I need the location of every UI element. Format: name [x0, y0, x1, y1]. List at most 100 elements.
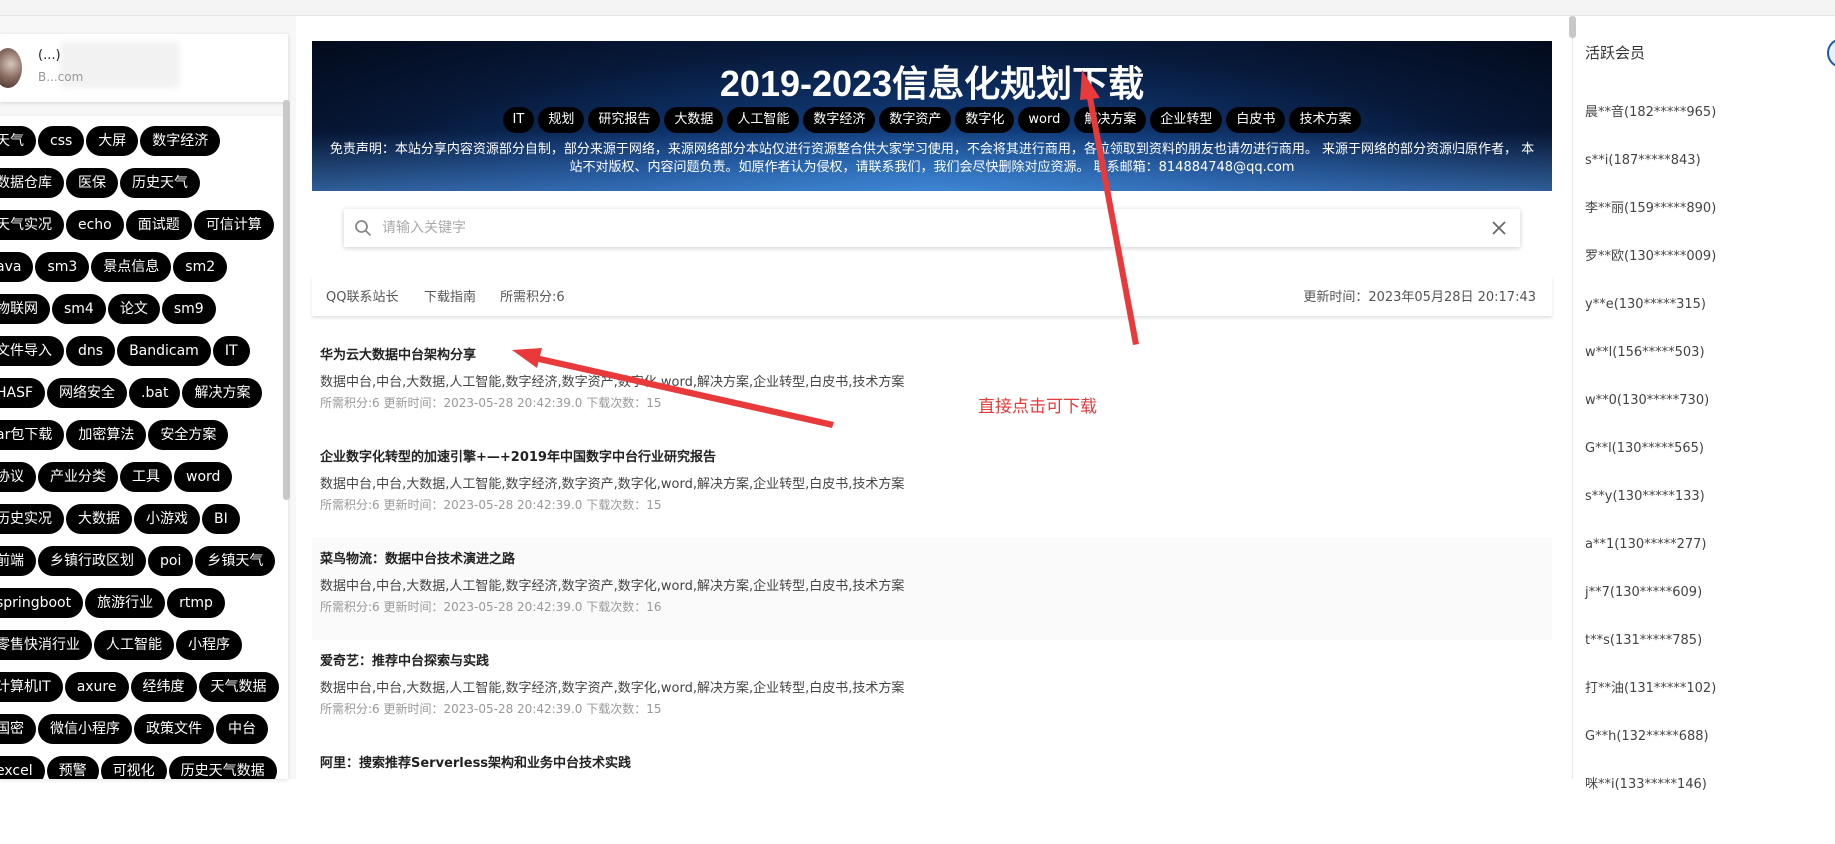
tag-chip[interactable]: 大数据 [66, 504, 132, 534]
tag-row: 国密 微信小程序 政策文件 中台 [0, 714, 284, 756]
tag-chip[interactable]: 预警 [46, 756, 99, 779]
tag-chip[interactable]: 小游戏 [134, 504, 200, 534]
tag-chip[interactable]: 历史天气 [120, 168, 200, 198]
download-guide-link[interactable]: 下载指南 [424, 286, 476, 305]
banner-tag[interactable]: IT [502, 107, 535, 133]
member-item: y**e(130*****315) [1585, 297, 1706, 312]
resource-title[interactable]: 爱奇艺：推荐中台探索与实践 [320, 650, 1544, 674]
tag-chip[interactable]: 解决方案 [182, 378, 263, 408]
resource-title[interactable]: 华为云大数据中台架构分享 [320, 344, 1544, 368]
resource-item[interactable]: 华为云大数据中台架构分享 数据中台,中台,大数据,人工智能,数字经济,数字资产,数… [312, 334, 1552, 436]
tag-chip[interactable]: sm4 [52, 294, 106, 324]
tag-chip[interactable]: word [174, 462, 233, 492]
banner-tag[interactable]: 人工智能 [727, 107, 800, 133]
tag-chip[interactable]: 网络安全 [47, 378, 128, 408]
tag-chip[interactable]: echo [66, 210, 124, 240]
banner-tag[interactable]: 数字资产 [879, 107, 952, 133]
banner-tag[interactable]: 解决方案 [1074, 107, 1147, 133]
tag-chip[interactable]: 天气实况 [0, 210, 64, 240]
tag-chip[interactable]: sm9 [161, 294, 216, 324]
tag-chip[interactable]: springboot [0, 588, 84, 618]
tag-chip[interactable]: 国密 [0, 714, 36, 744]
tag-chip[interactable]: css [38, 126, 85, 156]
tag-chip[interactable]: sm2 [173, 252, 228, 282]
tag-chip[interactable]: excel [0, 756, 45, 779]
user-card[interactable]: (...) B...com [0, 34, 288, 102]
top-bar [0, 0, 1835, 16]
tag-chip[interactable]: 旅游行业 [85, 588, 166, 618]
right-scrollbar[interactable] [1569, 16, 1576, 38]
banner-tag[interactable]: word [1018, 107, 1071, 133]
tag-chip[interactable]: 面试题 [125, 210, 192, 240]
left-scrollbar[interactable] [283, 100, 290, 500]
tag-chip[interactable]: 历史实况 [0, 504, 64, 534]
tag-chip[interactable]: sm3 [35, 252, 90, 282]
banner-tag[interactable]: 企业转型 [1150, 107, 1223, 133]
banner-tag[interactable]: 大数据 [664, 107, 724, 133]
resource-item[interactable]: 菜鸟物流：数据中台技术演进之路 数据中台,中台,大数据,人工智能,数字经济,数字资… [312, 538, 1552, 640]
search-icon[interactable] [354, 219, 372, 237]
tag-chip[interactable]: rtmp [167, 588, 225, 618]
tag-chip[interactable]: 安全方案 [148, 420, 229, 450]
tag-chip[interactable]: 可视化 [100, 756, 167, 779]
tag-chip[interactable]: 医保 [66, 168, 118, 198]
active-members-title: 活跃会员 [1585, 44, 1646, 62]
tag-chip[interactable]: 政策文件 [134, 714, 214, 744]
tag-chip[interactable]: poi [148, 546, 194, 576]
tag-chip[interactable]: 数字经济 [140, 126, 221, 156]
resource-title[interactable]: 菜鸟物流：数据中台技术演进之路 [320, 548, 1544, 572]
contact-admin-link[interactable]: QQ联系站长 [326, 286, 398, 305]
tag-chip[interactable]: 产业分类 [38, 462, 118, 492]
tag-chip[interactable]: ar包下载 [0, 420, 65, 450]
resource-title[interactable]: 企业数字化转型的加速引擎+—+2019年中国数字中台行业研究报告 [320, 446, 1544, 470]
banner-tag[interactable]: 数字经济 [803, 107, 876, 133]
search-input[interactable] [382, 209, 1472, 247]
tag-chip[interactable]: BI [202, 504, 240, 534]
tag-chip[interactable]: 历史天气数据 [168, 756, 277, 779]
tag-chip[interactable]: 大屏 [86, 126, 139, 156]
resource-title[interactable]: 阿里：搜索推荐Serverless架构和业务中台技术实践 [320, 752, 1544, 776]
resource-item[interactable]: 爱奇艺：推荐中台探索与实践 数据中台,中台,大数据,人工智能,数字经济,数字资产,… [312, 640, 1552, 742]
tag-chip[interactable]: 小程序 [176, 630, 242, 660]
tag-chip[interactable]: 中台 [216, 714, 268, 744]
tag-chip[interactable]: 零售快消行业 [0, 630, 92, 660]
banner-tag[interactable]: 技术方案 [1289, 107, 1362, 133]
tag-chip[interactable]: 加密算法 [66, 420, 147, 450]
tag-chip[interactable]: 计算机IT [0, 672, 63, 702]
tag-chip[interactable]: 论文 [107, 294, 160, 324]
clear-icon[interactable] [1490, 219, 1508, 237]
tag-chip[interactable]: 人工智能 [94, 630, 174, 660]
tag-chip[interactable]: 前端 [0, 546, 36, 576]
tag-chip[interactable]: 协议 [0, 462, 36, 492]
tag-chip[interactable]: Bandicam [117, 336, 211, 366]
banner-tag[interactable]: 规划 [538, 107, 585, 133]
search-box [344, 209, 1520, 247]
tag-chip[interactable]: axure [64, 672, 129, 702]
resource-meta: 所需积分:6 更新时间：2023-05-28 20:42:39.0 下载次数：1… [320, 600, 662, 614]
tag-chip[interactable]: 可信计算 [193, 210, 274, 240]
tag-chip[interactable]: ava [0, 252, 34, 282]
tag-chip[interactable]: .bat [129, 378, 181, 408]
tag-row: ava sm3 景点信息 sm2 [0, 252, 284, 294]
tag-chip[interactable]: 工具 [120, 462, 172, 492]
tag-chip[interactable]: 天气 [0, 126, 36, 156]
tag-chip[interactable]: 物联网 [0, 294, 50, 324]
tag-chip[interactable]: 微信小程序 [38, 714, 132, 744]
tag-chip[interactable]: 乡镇行政区划 [38, 546, 146, 576]
tag-chip[interactable]: IT [212, 336, 250, 366]
tag-chip[interactable]: 数据仓库 [0, 168, 64, 198]
banner-tag[interactable]: 白皮书 [1226, 107, 1286, 133]
tag-chip[interactable]: 景点信息 [91, 252, 172, 282]
tag-chip[interactable]: 乡镇天气 [195, 546, 276, 576]
resource-item[interactable]: 企业数字化转型的加速引擎+—+2019年中国数字中台行业研究报告 数据中台,中台,… [312, 436, 1552, 538]
tag-chip[interactable]: 天气数据 [198, 672, 279, 702]
banner-tag[interactable]: 数字化 [955, 107, 1015, 133]
tag-chip[interactable]: 文件导入 [0, 336, 64, 366]
tag-chip[interactable]: 经纬度 [130, 672, 197, 702]
banner-tag[interactable]: 研究报告 [588, 107, 661, 133]
member-item: w**l(156*****503) [1585, 345, 1705, 360]
tag-chip[interactable]: dns [66, 336, 116, 366]
avatar[interactable] [0, 48, 22, 88]
resource-item[interactable]: 阿里：搜索推荐Serverless架构和业务中台技术实践 [312, 742, 1552, 844]
tag-chip[interactable]: HASF [0, 378, 46, 408]
